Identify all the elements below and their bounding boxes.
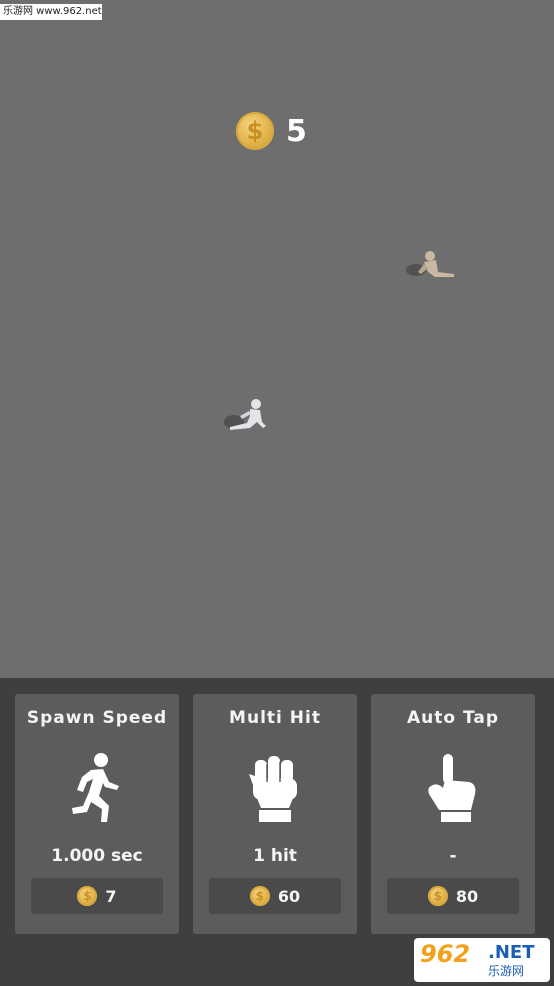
coin-counter: $ 5 bbox=[236, 111, 307, 151]
upgrade-title: Auto Tap bbox=[406, 708, 500, 728]
price-label: 60 bbox=[277, 886, 301, 906]
upgrade-stat: - bbox=[449, 846, 457, 866]
enemy-figure-white[interactable] bbox=[220, 398, 270, 436]
dollar-coin-icon: $ bbox=[249, 886, 270, 906]
buy-spawn-speed-button[interactable]: $ 7 bbox=[31, 878, 163, 914]
top-watermark: 乐游网 www.962.net bbox=[0, 4, 102, 20]
buy-auto-tap-button[interactable]: $ 80 bbox=[387, 878, 519, 914]
962-net-logo: 962 .NET 乐游网 bbox=[414, 938, 550, 982]
dollar-coin-icon: $ bbox=[77, 886, 98, 906]
enemy-figure-tan[interactable] bbox=[402, 250, 458, 284]
price-label: 7 bbox=[105, 886, 117, 906]
fist-icon bbox=[249, 756, 297, 822]
upgrade-stat: 1 hit bbox=[253, 846, 297, 866]
price-label: 80 bbox=[455, 886, 479, 906]
pointing-hand-icon bbox=[428, 754, 476, 822]
logo-number: 962 bbox=[420, 940, 471, 968]
buy-multi-hit-button[interactable]: $ 60 bbox=[209, 878, 341, 914]
game-field[interactable]: $ 5 bbox=[0, 0, 554, 678]
running-person-icon bbox=[72, 753, 119, 822]
upgrade-title: Multi Hit bbox=[229, 708, 321, 728]
upgrade-card-spawn-speed[interactable]: Spawn Speed 1.000 sec $ 7 bbox=[15, 694, 179, 934]
upgrade-card-multi-hit[interactable]: Multi Hit 1 hit $ 60 bbox=[193, 694, 357, 934]
upgrade-title: Spawn Speed bbox=[26, 708, 168, 728]
dollar-coin-icon: $ bbox=[236, 112, 274, 150]
coin-count: 5 bbox=[286, 113, 307, 149]
logo-cn: 乐游网 bbox=[488, 964, 525, 978]
upgrade-stat: 1.000 sec bbox=[51, 846, 143, 866]
upgrade-card-auto-tap[interactable]: Auto Tap - $ 80 bbox=[371, 694, 535, 934]
dollar-coin-icon: $ bbox=[427, 886, 448, 906]
logo-net: .NET bbox=[488, 942, 535, 963]
